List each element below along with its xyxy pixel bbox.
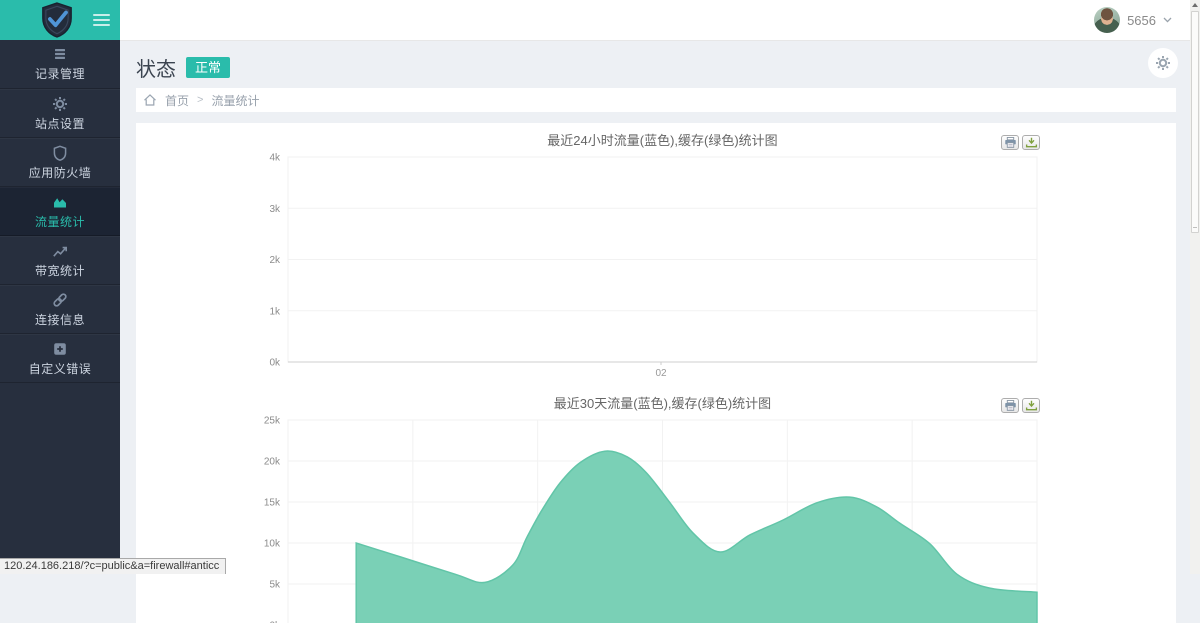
topbar: 5656 — [120, 0, 1200, 41]
svg-text:0k: 0k — [269, 358, 281, 369]
sidebar-item-traffic[interactable]: 流量统计 — [0, 187, 120, 236]
download-button[interactable] — [1022, 135, 1040, 150]
gear-icon — [1155, 55, 1171, 71]
sidebar-item-bandwidth[interactable]: 带宽统计 — [0, 236, 120, 285]
scrollbar-up-arrow-icon[interactable] — [1190, 0, 1200, 10]
print-icon — [1004, 137, 1017, 148]
brand-header — [0, 0, 120, 40]
status-badge: 正常 — [186, 57, 230, 78]
svg-text:5k: 5k — [269, 580, 281, 591]
area-chart-icon — [52, 194, 68, 210]
sidebar-item-label: 自定义错误 — [29, 360, 92, 377]
link-icon — [52, 292, 68, 308]
home-icon — [143, 93, 157, 107]
breadcrumb-home[interactable]: 首页 — [165, 92, 189, 109]
download-button[interactable] — [1022, 398, 1040, 413]
sidebar-item-label: 带宽统计 — [35, 262, 85, 279]
sidebar-item-connections[interactable]: 连接信息 — [0, 285, 120, 334]
list-icon — [52, 46, 68, 62]
content-card: 4k3k2k1k0k0225k20k15k10k5k0k 最近24小时流量(蓝色… — [136, 123, 1176, 623]
download-icon — [1025, 137, 1038, 148]
breadcrumb-separator: > — [197, 94, 203, 106]
vertical-scrollbar[interactable] — [1190, 0, 1200, 574]
link-status-bar: 120.24.186.218/?c=public&a=firewall#anti… — [0, 558, 226, 574]
charts-canvas: 4k3k2k1k0k0225k20k15k10k5k0k — [136, 123, 1176, 623]
settings-button[interactable] — [1148, 48, 1178, 78]
sidebar-item-records[interactable]: 记录管理 — [0, 40, 120, 89]
avatar[interactable] — [1094, 7, 1120, 33]
sidebar-item-site-settings[interactable]: 站点设置 — [0, 89, 120, 138]
chart-toolbar-1 — [1001, 135, 1040, 150]
sidebar: 记录管理站点设置应用防火墙流量统计带宽统计连接信息自定义错误 — [0, 0, 120, 574]
sidebar-item-custom-errors[interactable]: 自定义错误 — [0, 334, 120, 383]
line-chart-icon — [52, 243, 68, 259]
svg-text:10k: 10k — [264, 539, 281, 550]
area-series — [356, 451, 1037, 623]
shield-icon — [52, 145, 68, 161]
breadcrumb: 首页 > 流量统计 — [136, 88, 1176, 112]
shield-check-logo-icon — [40, 2, 74, 38]
chart-title-1: 最近24小时流量(蓝色),缓存(绿色)统计图 — [288, 130, 1037, 149]
username: 5656 — [1127, 13, 1156, 28]
main-content: 状态 正常 首页 > 流量统计 4k 3k 2k 1k 0k 02 25k 20k 15k 10k… — [120, 41, 1200, 574]
svg-text:25k: 25k — [264, 416, 281, 427]
chart-toolbar-2 — [1001, 398, 1040, 413]
sidebar-item-label: 流量统计 — [35, 213, 85, 230]
print-icon — [1004, 400, 1017, 411]
sidebar-item-firewall[interactable]: 应用防火墙 — [0, 138, 120, 187]
chart-title-2: 最近30天流量(蓝色),缓存(绿色)统计图 — [288, 393, 1037, 412]
user-menu[interactable]: 5656 — [1094, 0, 1172, 40]
sidebar-item-label: 连接信息 — [35, 311, 85, 328]
print-button[interactable] — [1001, 135, 1019, 150]
scrollbar-thumb[interactable] — [1191, 11, 1199, 233]
svg-text:20k: 20k — [264, 457, 281, 468]
plus-square-icon — [52, 341, 68, 357]
sidebar-item-label: 站点设置 — [35, 115, 85, 132]
sidebar-nav: 记录管理站点设置应用防火墙流量统计带宽统计连接信息自定义错误 — [0, 40, 120, 383]
page-title: 状态 — [136, 53, 176, 82]
sidebar-item-label: 记录管理 — [35, 65, 85, 82]
download-icon — [1025, 400, 1038, 411]
svg-text:2k: 2k — [269, 255, 281, 266]
print-button[interactable] — [1001, 398, 1019, 413]
svg-text:3k: 3k — [269, 204, 281, 215]
svg-text:15k: 15k — [264, 498, 281, 509]
gear-icon — [52, 96, 68, 112]
svg-text:02: 02 — [655, 368, 667, 379]
hamburger-menu-icon[interactable] — [93, 14, 110, 26]
svg-text:4k: 4k — [269, 153, 281, 164]
chevron-down-icon — [1163, 17, 1172, 23]
svg-text:1k: 1k — [269, 306, 281, 317]
breadcrumb-current: 流量统计 — [211, 92, 259, 109]
sidebar-item-label: 应用防火墙 — [29, 164, 92, 181]
